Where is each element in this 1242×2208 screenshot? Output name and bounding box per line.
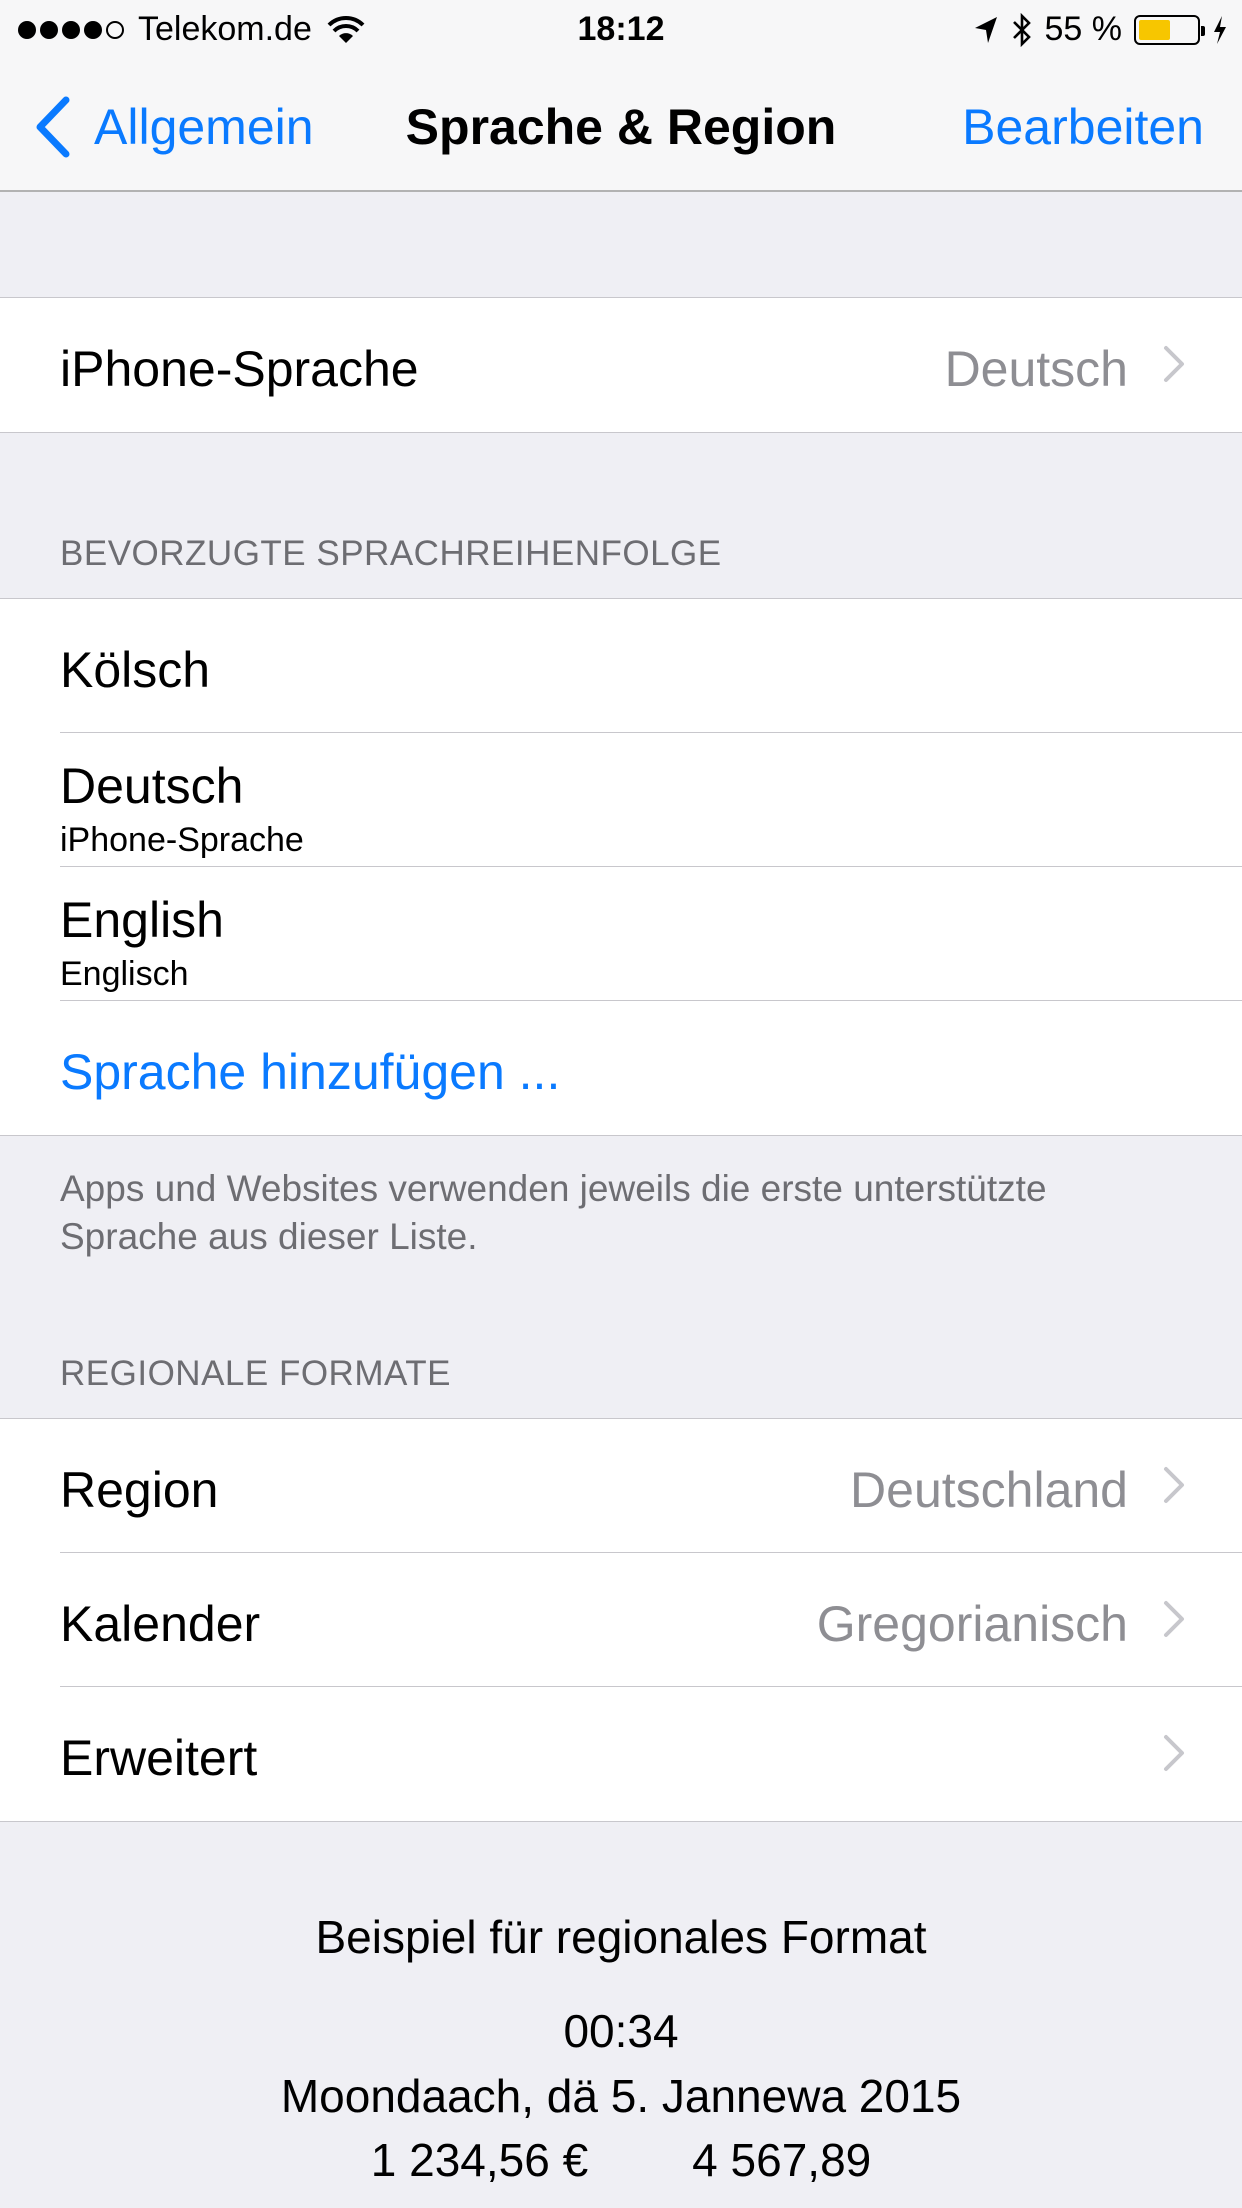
add-language-label: Sprache hinzufügen ...	[60, 1044, 561, 1100]
back-button[interactable]: Allgemein	[34, 96, 314, 158]
iphone-language-row[interactable]: iPhone-Sprache Deutsch	[0, 298, 1242, 432]
preferred-languages-footer: Apps und Websites verwenden jeweils die …	[60, 1168, 1047, 1257]
format-example-currency: 1 234,56 €	[370, 2134, 589, 2186]
format-example-number: 4 567,89	[692, 2134, 872, 2186]
bluetooth-icon	[1012, 12, 1031, 47]
battery-percentage: 55 %	[1044, 10, 1123, 48]
add-language-button[interactable]: Sprache hinzufügen ...	[0, 1001, 1242, 1135]
region-value: Deutschland	[850, 1462, 1128, 1518]
chevron-left-icon	[36, 96, 70, 158]
status-bar-right: 55 %	[961, 10, 1229, 49]
back-button-label: Allgemein	[94, 99, 314, 155]
language-row-koelsch[interactable]: Kölsch	[0, 599, 1242, 733]
language-name: Kölsch	[60, 642, 211, 698]
language-subtitle: iPhone-Sprache	[60, 821, 304, 859]
language-row-english[interactable]: English Englisch	[0, 867, 1242, 1001]
iphone-language-value: Deutsch	[944, 341, 1128, 397]
format-example-numbers-block: 1 234,56 € 4 567,89	[0, 2133, 1242, 2187]
format-example-date: Moondaach, dä 5. Jannewa 2015	[280, 2070, 962, 2122]
format-example-date-block: Moondaach, dä 5. Jannewa 2015	[0, 2069, 1242, 2123]
location-arrow-icon	[974, 16, 997, 43]
navigation-bar: Allgemein Sprache & Region Bearbeiten	[0, 60, 1242, 192]
chevron-right-icon	[1164, 346, 1184, 382]
format-example: Beispiel für regionales Format	[0, 1910, 1242, 1964]
edit-button[interactable]: Bearbeiten	[962, 98, 1204, 156]
calendar-value: Gregorianisch	[816, 1596, 1128, 1652]
format-example-time: 00:34	[563, 2005, 679, 2057]
status-bar: Telekom.de 18:12 55 %	[0, 0, 1242, 60]
format-example-time-block: 00:34	[0, 2004, 1242, 2058]
chevron-right-icon	[1164, 1601, 1184, 1637]
chevron-right-icon	[1164, 1467, 1184, 1503]
region-row[interactable]: Region Deutschland	[0, 1419, 1242, 1553]
chevron-right-icon	[1164, 1735, 1184, 1771]
preferred-languages-header: BEVORZUGTE SPRACHREIHENFOLGE	[60, 534, 722, 573]
calendar-label: Kalender	[60, 1596, 261, 1652]
regional-formats-header: REGIONALE FORMATE	[60, 1354, 451, 1393]
region-label: Region	[60, 1462, 219, 1518]
calendar-row[interactable]: Kalender Gregorianisch	[0, 1553, 1242, 1687]
regional-formats-group: Region Deutschland Kalender Gregorianisc…	[0, 1418, 1242, 1822]
language-name: Deutsch	[60, 758, 244, 814]
battery-level	[1139, 19, 1170, 40]
advanced-row[interactable]: Erweitert	[0, 1687, 1242, 1821]
preferred-languages-group: Kölsch Deutsch iPhone-Sprache English En…	[0, 598, 1242, 1136]
language-name: English	[60, 892, 224, 948]
battery-icon	[1134, 14, 1205, 45]
iphone-language-group: iPhone-Sprache Deutsch	[0, 297, 1242, 433]
format-example-numbers: 1 234,56 € 4 567,89	[0, 2133, 1242, 2187]
language-subtitle: Englisch	[60, 955, 189, 993]
charging-bolt-icon	[1214, 15, 1226, 44]
iphone-language-label: iPhone-Sprache	[60, 341, 419, 397]
language-row-deutsch[interactable]: Deutsch iPhone-Sprache	[0, 733, 1242, 867]
advanced-label: Erweitert	[60, 1730, 258, 1786]
format-example-title: Beispiel für regionales Format	[315, 1911, 927, 1963]
